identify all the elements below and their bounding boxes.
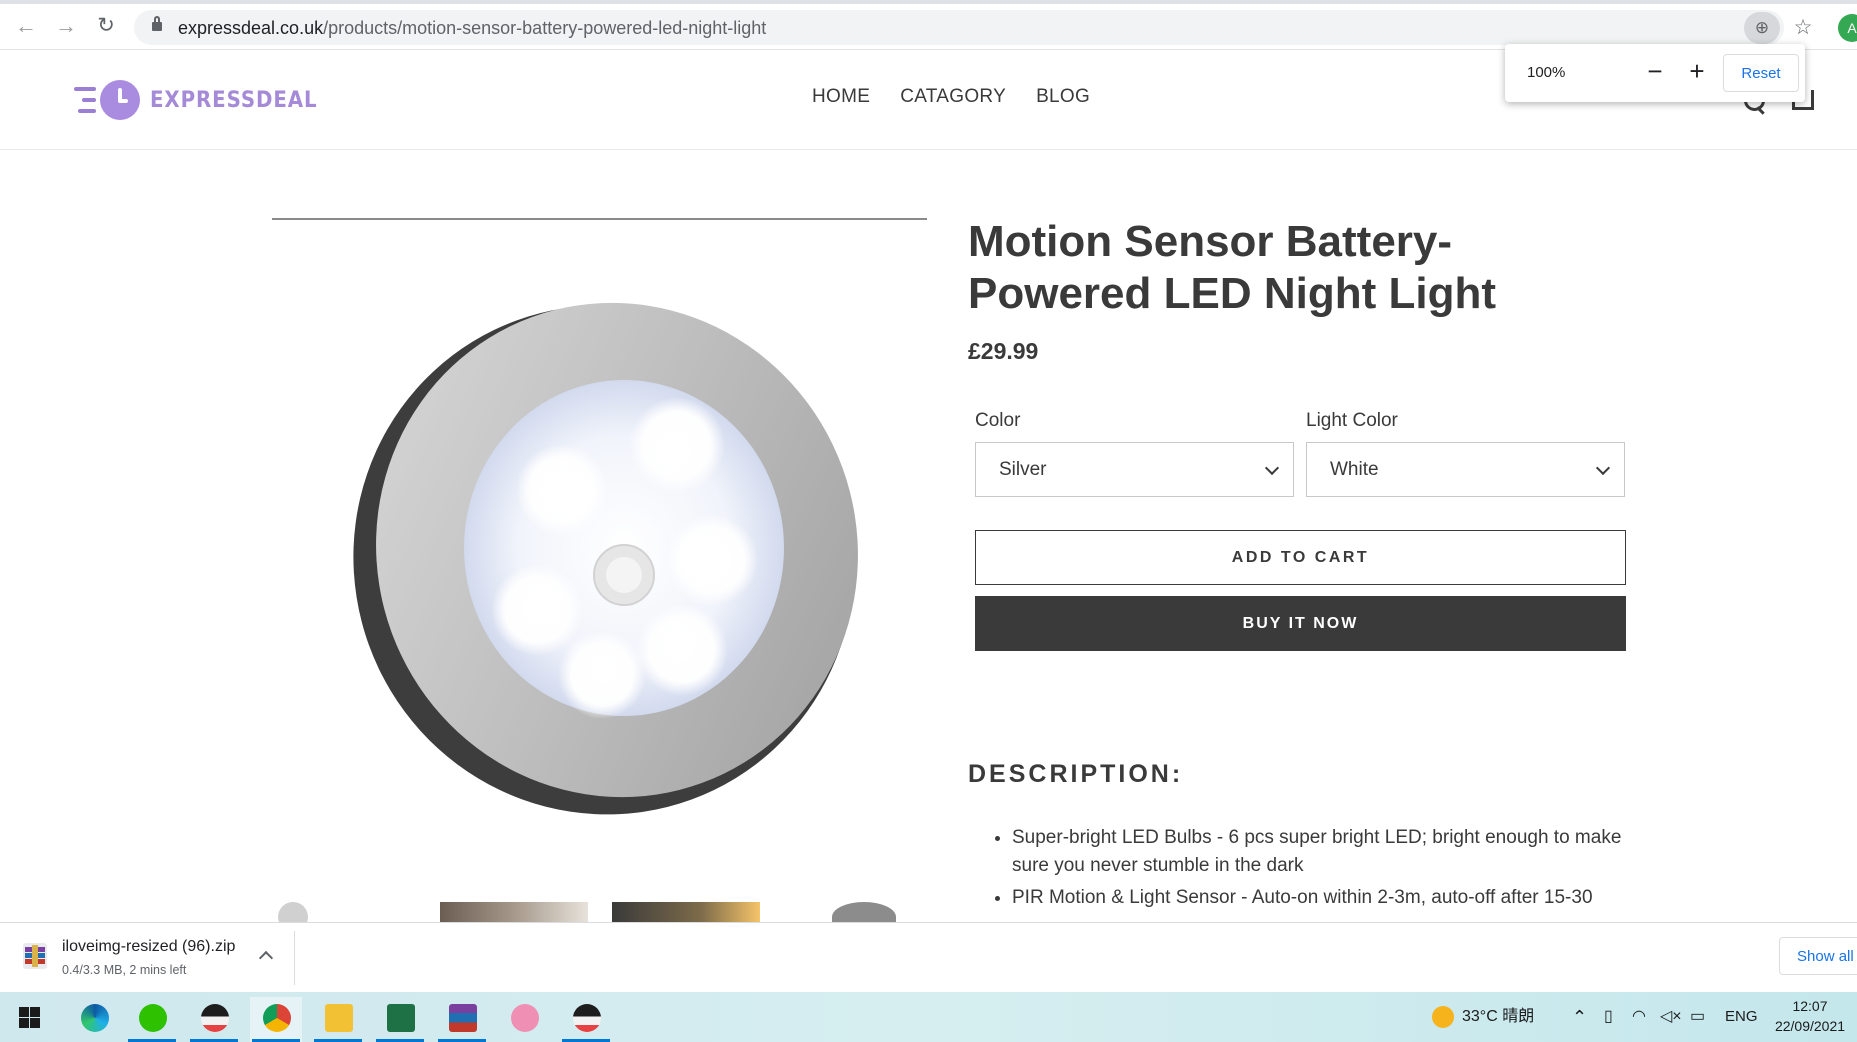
thumbnail-strip [272, 900, 927, 922]
browser-toolbar: ← → ↻ expressdeal.co.uk/products/motion-… [0, 0, 1857, 50]
logo-clock-icon [100, 80, 140, 120]
light-color-select[interactable]: White [1306, 442, 1625, 497]
battery-icon[interactable]: ▭ [1690, 992, 1705, 1042]
chrome-app-icon[interactable] [250, 997, 302, 1042]
color-label: Color [975, 410, 1021, 431]
clock-date: 22/09/2021 [1774, 1018, 1846, 1034]
chevron-down-icon [1595, 460, 1611, 476]
back-icon[interactable]: ← [12, 12, 40, 40]
thumbnail-4[interactable] [832, 902, 896, 922]
archive-file-icon [23, 943, 47, 969]
description-list: Super-bright LED Bulbs - 6 pcs super bri… [1012, 824, 1632, 916]
description-heading: DESCRIPTION: [968, 760, 1184, 788]
download-status: 0.4/3.3 MB, 2 mins left [62, 963, 187, 977]
download-separator [294, 931, 295, 985]
color-select[interactable]: Silver [975, 442, 1294, 497]
zoom-reset-button[interactable]: Reset [1723, 54, 1799, 92]
clock-time: 12:07 [1792, 998, 1828, 1014]
taskbar: 33°C 晴朗 ⌃ ▯ ◠ ◁× ▭ ENG 12:07 22/09/2021 [0, 992, 1857, 1042]
chevron-up-icon[interactable]: ⌃ [1572, 992, 1587, 1042]
forward-icon[interactable]: → [52, 12, 80, 40]
thumbnail-3[interactable] [612, 902, 760, 922]
product-price: £29.99 [968, 338, 1039, 364]
nav-blog[interactable]: BLOG [1036, 86, 1090, 108]
profile-avatar[interactable]: A [1838, 14, 1857, 42]
qq-app-icon[interactable] [188, 997, 240, 1042]
wifi-icon[interactable]: ◠ [1632, 992, 1646, 1042]
weather-text: 33°C 晴朗 [1462, 1008, 1535, 1025]
zoom-popup: 100% − + Reset [1505, 44, 1805, 102]
thumbnail-1[interactable] [278, 902, 308, 922]
url-path: /products/motion-sensor-battery-powered-… [323, 18, 767, 38]
excel-app-icon[interactable] [374, 997, 426, 1042]
site-logo[interactable]: EXPRESSDEAL [74, 78, 336, 122]
zoom-in-button[interactable]: + [1682, 56, 1712, 86]
windows-start-icon[interactable] [19, 1007, 40, 1028]
thumbnail-2[interactable] [440, 902, 588, 922]
lock-icon[interactable] [152, 16, 162, 31]
address-bar[interactable]: expressdeal.co.uk/products/motion-sensor… [134, 10, 1784, 45]
url-domain: expressdeal.co.uk [178, 18, 324, 38]
color-select-value: Silver [999, 459, 1047, 480]
file-explorer-icon[interactable] [312, 997, 364, 1042]
sun-icon [1432, 1005, 1454, 1028]
tab-strip-edge [0, 0, 1857, 4]
buy-now-button[interactable]: BUY IT NOW [975, 596, 1626, 651]
language-indicator[interactable]: ENG [1725, 992, 1758, 1042]
light-color-label: Light Color [1306, 410, 1398, 431]
show-all-downloads-button[interactable]: Show all [1779, 937, 1857, 975]
winrar-app-icon[interactable] [436, 997, 488, 1042]
nav-category[interactable]: CATAGORY [900, 86, 1006, 108]
chevron-down-icon [1264, 460, 1280, 476]
gallery-divider [272, 218, 927, 220]
edge-app-icon[interactable] [68, 997, 120, 1042]
zoom-out-button[interactable]: − [1640, 56, 1670, 86]
weather-widget[interactable]: 33°C 晴朗 [1432, 992, 1534, 1042]
description-item: PIR Motion & Light Sensor - Auto-on with… [1012, 884, 1632, 912]
download-bar: iloveimg-resized (96).zip 0.4/3.3 MB, 2 … [0, 922, 1857, 992]
chevron-up-icon[interactable] [259, 948, 273, 962]
reload-icon[interactable]: ↻ [92, 12, 120, 40]
logo-text: EXPRESSDEAL [150, 87, 318, 113]
zoom-level: 100% [1527, 64, 1566, 81]
add-to-cart-button[interactable]: ADD TO CART [975, 530, 1626, 585]
pink-app-icon[interactable] [498, 997, 550, 1042]
product-title: Motion Sensor Battery-Powered LED Night … [968, 217, 1496, 318]
product-image[interactable] [272, 230, 927, 880]
main-nav: HOME CATAGORY BLOG [812, 86, 1090, 108]
light-color-select-value: White [1330, 459, 1379, 480]
url-text[interactable]: expressdeal.co.uk/products/motion-sensor… [178, 18, 766, 39]
usb-icon[interactable]: ▯ [1604, 992, 1613, 1042]
logo-lines-icon [74, 83, 96, 117]
volume-muted-icon[interactable]: ◁× [1660, 992, 1682, 1042]
product-info: Motion Sensor Battery-Powered LED Night … [968, 216, 1628, 908]
download-filename[interactable]: iloveimg-resized (96).zip [62, 938, 235, 956]
zoom-icon[interactable]: ⊕ [1744, 12, 1780, 44]
qq-second-app-icon[interactable] [560, 997, 612, 1042]
nav-home[interactable]: HOME [812, 86, 870, 108]
taskbar-clock[interactable]: 12:07 22/09/2021 [1768, 996, 1852, 1036]
bookmark-star-icon[interactable]: ☆ [1790, 12, 1816, 44]
description-item: Super-bright LED Bulbs - 6 pcs super bri… [1012, 824, 1632, 880]
wechat-app-icon[interactable] [126, 997, 178, 1042]
